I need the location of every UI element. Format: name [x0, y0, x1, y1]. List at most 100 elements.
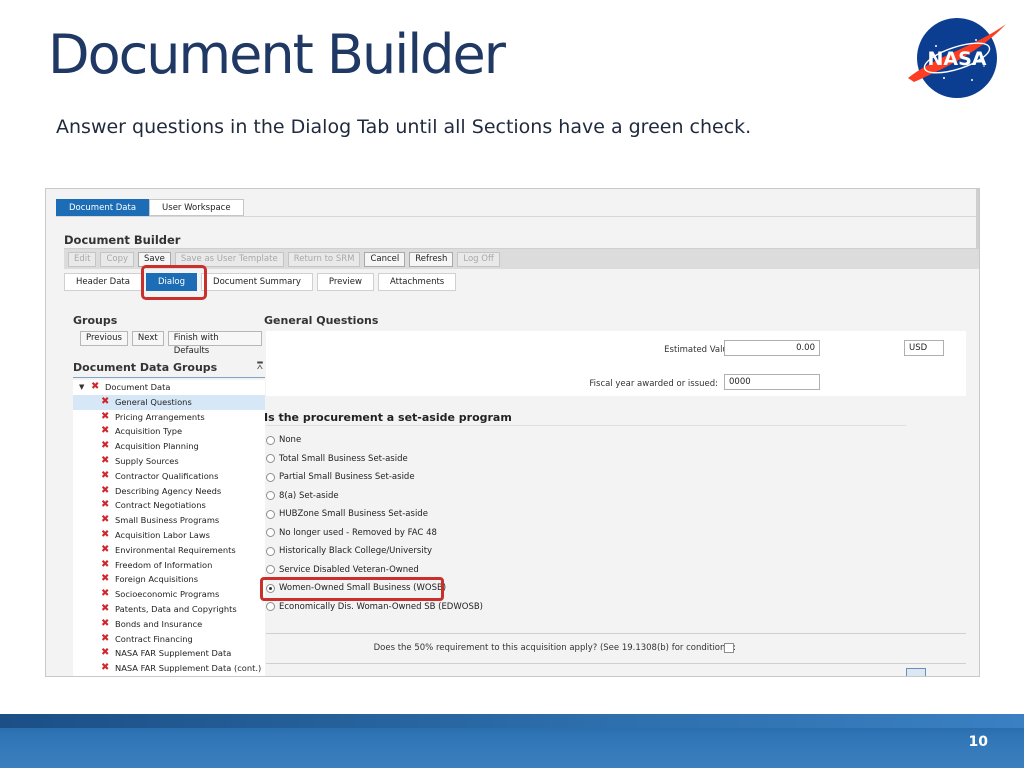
tab-document-summary[interactable]: Document Summary [201, 273, 313, 291]
fifty-percent-checkbox[interactable] [724, 643, 734, 653]
finish-with-defaults-button[interactable]: Finish with Defaults [167, 331, 262, 356]
copy-button[interactable]: Copy [100, 251, 135, 267]
tree-item[interactable]: ✖ Contract Negotiations [73, 498, 265, 513]
tab-header-data[interactable]: Header Data [64, 273, 142, 291]
tree-item[interactable]: ✖ Acquisition Type [73, 424, 265, 439]
setaside-option[interactable]: Women-Owned Small Business (WOSB) [266, 581, 446, 595]
error-x-icon: ✖ [101, 395, 110, 407]
radio-button[interactable] [266, 454, 275, 463]
setaside-option-label: None [279, 435, 302, 445]
setaside-option[interactable]: Historically Black College/University [266, 544, 432, 558]
toolbar: Edit Copy Save Save as User Template Ret… [64, 248, 979, 269]
return-to-srm-button[interactable]: Return to SRM [287, 251, 361, 267]
expand-arrow-icon[interactable]: ▼ [79, 380, 84, 395]
tree-root[interactable]: ▼ ✖ Document Data [73, 380, 265, 395]
tab-preview[interactable]: Preview [316, 273, 374, 291]
sub-tab-bar: Header Data Dialog Document Summary Prev… [64, 273, 460, 291]
tree-item-label: Freedom of Information [115, 559, 213, 570]
tree-item-label: Pricing Arrangements [115, 411, 205, 422]
tree-item[interactable]: ✖ NASA FAR Supplement Data [73, 646, 265, 661]
radio-button[interactable] [266, 602, 275, 611]
setaside-option[interactable]: Partial Small Business Set-aside [266, 470, 415, 484]
radio-button[interactable] [266, 472, 275, 482]
slide-subtitle: Answer questions in the Dialog Tab until… [56, 116, 752, 138]
tree-item[interactable]: ✖ Acquisition Planning [73, 439, 265, 454]
tree-item[interactable]: ✖ General Questions [73, 394, 265, 410]
tree-item[interactable]: ✖ Describing Agency Needs [73, 484, 265, 499]
fifty-percent-question: Does the 50% requirement to this acquisi… [373, 643, 736, 653]
setaside-option[interactable]: No longer used - Removed by FAC 48 [266, 526, 437, 540]
next-button[interactable]: Next [131, 331, 164, 346]
tree-item-label: Supply Sources [115, 455, 179, 466]
tree-header: Document Data Groups ⩞ [73, 361, 265, 378]
setaside-option[interactable]: HUBZone Small Business Set-aside [266, 507, 428, 521]
tree-item[interactable]: ✖ Supply Sources [73, 454, 265, 469]
setaside-option[interactable]: Economically Dis. Woman-Owned SB (EDWOSB… [266, 600, 483, 614]
save-as-template-button[interactable]: Save as User Template [174, 251, 284, 267]
tree-item-label: Acquisition Labor Laws [115, 529, 210, 540]
tree-item[interactable]: ✖ Pricing Arrangements [73, 410, 265, 425]
radio-button[interactable] [266, 565, 275, 574]
tree-item[interactable]: ✖ Socioeconomic Programs [73, 587, 265, 602]
setaside-option[interactable]: Service Disabled Veteran-Owned [266, 563, 419, 577]
edit-button[interactable]: Edit [68, 251, 97, 267]
setaside-question: Is the procurement a set-aside program [264, 411, 512, 424]
tree-item[interactable]: ✖ Foreign Acquisitions [73, 572, 265, 587]
error-x-icon: ✖ [101, 573, 110, 585]
general-questions-panel: General Questions Estimated Value: 0.00 … [260, 307, 966, 676]
radio-button[interactable] [266, 528, 275, 537]
tree-item[interactable]: ✖ Environmental Requirements [73, 543, 265, 558]
app-title: Document Builder [64, 233, 181, 247]
setaside-option-label: Economically Dis. Woman-Owned SB (EDWOSB… [279, 601, 483, 612]
error-x-icon: ✖ [101, 499, 110, 511]
error-x-icon: ✖ [101, 617, 110, 629]
tree-item[interactable]: ✖ Small Business Programs [73, 513, 265, 528]
radio-button[interactable] [266, 583, 275, 593]
tab-dialog[interactable]: Dialog [145, 273, 198, 291]
expand-button[interactable] [906, 668, 926, 676]
nasa-logo-icon: NASA [908, 18, 1006, 98]
radio-button[interactable] [266, 509, 275, 519]
tree-item-label: Describing Agency Needs [115, 485, 222, 496]
tree-item-label: General Questions [115, 396, 192, 407]
tree-item[interactable]: ✖ Contract Financing [73, 632, 265, 647]
setaside-option[interactable]: Total Small Business Set-aside [266, 452, 408, 466]
radio-button[interactable] [266, 491, 275, 500]
error-x-icon: ✖ [101, 543, 110, 555]
refresh-button[interactable]: Refresh [409, 251, 454, 267]
groups-title: Groups [73, 314, 118, 327]
error-x-icon: ✖ [91, 381, 100, 392]
error-x-icon: ✖ [101, 528, 110, 540]
tree-item[interactable]: ✖ Acquisition Labor Laws [73, 528, 265, 543]
setaside-option[interactable]: None [266, 433, 301, 447]
error-x-icon: ✖ [101, 662, 110, 674]
tab-document-data[interactable]: Document Data [56, 199, 150, 216]
radio-button[interactable] [266, 435, 275, 445]
collapse-icon[interactable]: ⩞ [257, 361, 263, 372]
tree-item[interactable]: ✖ Patents, Data and Copyrights [73, 602, 265, 617]
groups-panel: Groups Previous Next Finish with Default… [72, 307, 266, 676]
radio-button[interactable] [266, 546, 275, 556]
log-off-button[interactable]: Log Off [457, 251, 500, 267]
cancel-button[interactable]: Cancel [364, 251, 406, 267]
tree-item-label: Contract Negotiations [115, 500, 206, 511]
estimated-value-input[interactable]: 0.00 [724, 340, 820, 356]
general-questions-title: General Questions [264, 314, 379, 327]
tree-item[interactable]: ✖ Bonds and Insurance [73, 617, 265, 632]
previous-button[interactable]: Previous [80, 331, 128, 346]
error-x-icon: ✖ [101, 484, 110, 496]
groups-nav: Previous Next Finish with Defaults [80, 331, 266, 356]
save-button[interactable]: Save [138, 251, 171, 267]
tree-item[interactable]: ✖ Freedom of Information [73, 558, 265, 573]
tree-item-label: Bonds and Insurance [115, 618, 203, 629]
tree-item[interactable]: ✖ Contractor Qualifications [73, 469, 265, 484]
currency-input[interactable]: USD [904, 340, 944, 356]
fiscal-year-input[interactable]: 0000 [724, 374, 820, 390]
error-x-icon: ✖ [101, 647, 110, 659]
setaside-option-label: Service Disabled Veteran-Owned [279, 564, 419, 575]
tab-user-workspace[interactable]: User Workspace [149, 199, 244, 216]
tree-item[interactable]: ✖ NASA FAR Supplement Data (cont.) [73, 661, 265, 676]
tab-attachments[interactable]: Attachments [377, 273, 457, 291]
setaside-option[interactable]: 8(a) Set-aside [266, 489, 339, 503]
tree-item-label: NASA FAR Supplement Data (cont.) [115, 663, 262, 674]
